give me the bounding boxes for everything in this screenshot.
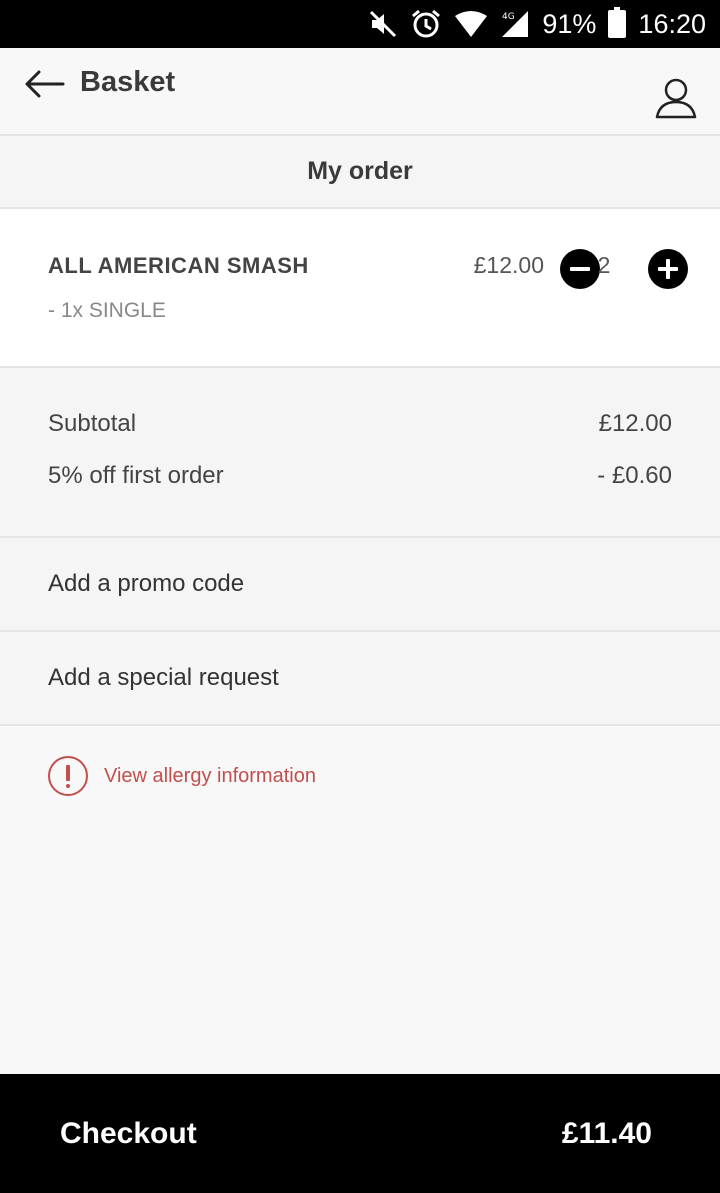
- alert-icon: [48, 756, 88, 796]
- item-modifier: - 1x SINGLE: [48, 299, 166, 322]
- page-title: Basket: [80, 66, 176, 98]
- checkout-button[interactable]: Checkout £11.40: [0, 1074, 720, 1193]
- battery-icon: [608, 7, 627, 38]
- checkout-label: Checkout: [60, 1116, 197, 1150]
- order-item: ALL AMERICAN SMASH - 1x SINGLE £12.00 2: [0, 209, 720, 368]
- totals-section: Subtotal £12.00 5% off first order - £0.…: [0, 368, 720, 538]
- signal-icon: 4G: [500, 9, 530, 39]
- subtotal-label: Subtotal: [48, 410, 137, 437]
- alarm-icon: [410, 8, 442, 40]
- item-price: £12.00: [473, 252, 544, 278]
- back-button[interactable]: [20, 64, 68, 104]
- section-title: My order: [0, 136, 720, 209]
- arrow-left-icon: [25, 70, 65, 98]
- mute-icon: [368, 9, 398, 39]
- discount-label: 5% off first order: [48, 462, 224, 489]
- user-icon: [655, 78, 697, 119]
- increase-quantity-button[interactable]: [648, 249, 688, 289]
- quantity-value: 2: [597, 252, 611, 278]
- app-bar: Basket: [0, 48, 720, 136]
- discount-row: 5% off first order - £0.60: [48, 462, 672, 490]
- account-button[interactable]: [654, 76, 698, 120]
- subtotal-value: £12.00: [598, 410, 672, 437]
- discount-value: - £0.60: [597, 462, 672, 489]
- add-promo-code-button[interactable]: Add a promo code: [0, 538, 720, 632]
- allergy-info-label: View allergy information: [104, 764, 316, 787]
- checkout-total: £11.40: [561, 1116, 652, 1150]
- svg-text:4G: 4G: [502, 12, 515, 22]
- status-bar: 4G 91% 16:20: [0, 0, 720, 48]
- subtotal-row: Subtotal £12.00: [48, 410, 672, 438]
- clock: 16:20: [638, 8, 706, 39]
- add-special-request-button[interactable]: Add a special request: [0, 632, 720, 726]
- battery-percentage: 91%: [542, 8, 597, 39]
- allergy-info-link[interactable]: View allergy information: [48, 756, 316, 796]
- wifi-icon: [454, 10, 488, 38]
- item-name: ALL AMERICAN SMASH: [48, 253, 309, 278]
